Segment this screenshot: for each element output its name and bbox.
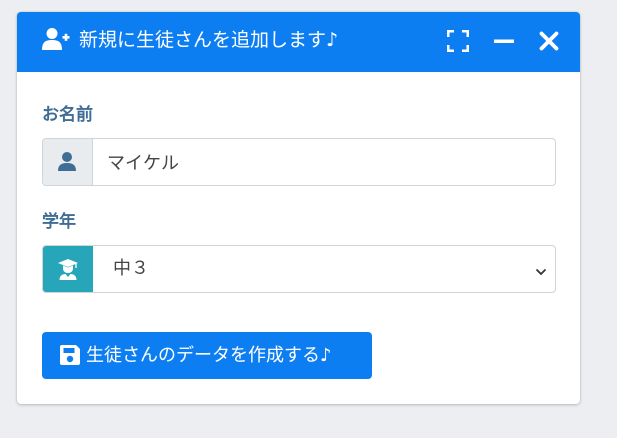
grade-label: 学年 — [42, 212, 76, 232]
create-student-button[interactable]: 生徒さんのデータを作成する♪ — [42, 332, 372, 379]
create-student-label: 生徒さんのデータを作成する♪ — [86, 345, 332, 366]
name-addon — [43, 139, 93, 185]
expand-icon — [447, 30, 469, 52]
minus-icon — [494, 39, 514, 43]
grade-select[interactable]: 中３ — [42, 245, 556, 293]
name-label: お名前 — [42, 105, 93, 125]
save-icon — [60, 345, 80, 365]
name-input-group — [42, 138, 556, 186]
name-input[interactable] — [93, 139, 543, 185]
card-title: 新規に生徒さんを追加します♪ — [79, 29, 339, 51]
grade-addon — [43, 246, 93, 292]
maximize-button[interactable] — [447, 30, 469, 52]
card-header: 新規に生徒さんを追加します♪ — [17, 12, 580, 72]
minimize-button[interactable] — [493, 30, 515, 52]
chevron-down-icon — [535, 263, 547, 282]
close-button[interactable] — [538, 30, 560, 52]
graduate-icon — [58, 259, 78, 280]
close-icon — [539, 31, 559, 51]
add-student-card: 新規に生徒さんを追加します♪ お名前 学年 — [17, 12, 580, 404]
grade-selected-value: 中３ — [113, 258, 149, 279]
user-icon — [58, 152, 76, 171]
user-plus-icon — [42, 27, 70, 51]
